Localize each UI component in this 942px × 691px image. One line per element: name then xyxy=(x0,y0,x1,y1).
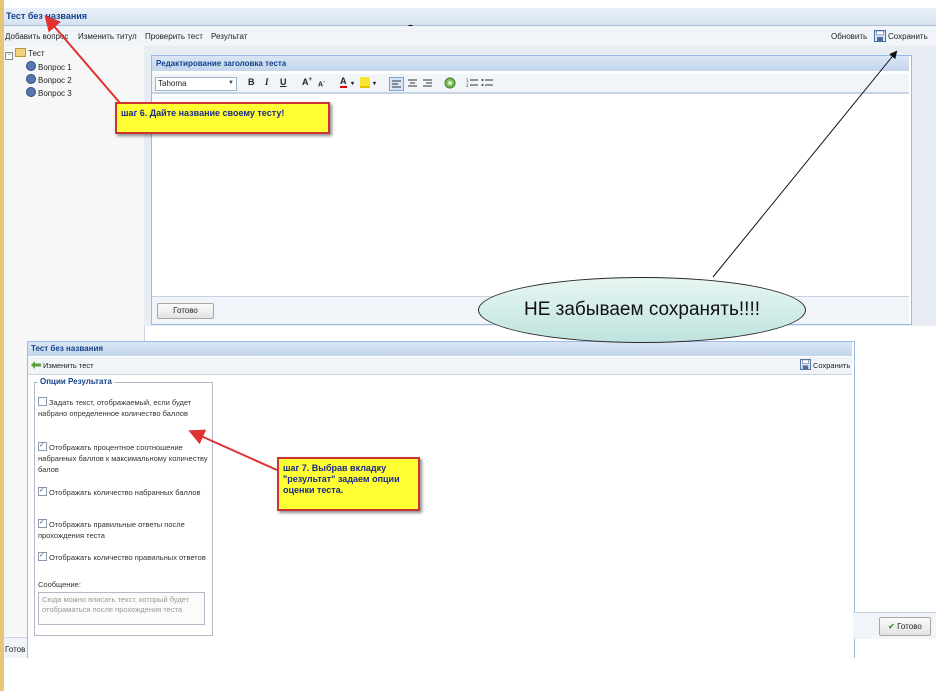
callout-step7: шаг 7. Выбрав вкладку "результат" задаем… xyxy=(277,457,420,511)
save-reminder-oval: НЕ забываем сохранять!!!! xyxy=(478,277,806,343)
arrow-step7 xyxy=(188,429,278,471)
arrow-save xyxy=(712,50,898,278)
arrow-step6 xyxy=(44,14,121,104)
callout-step6-text: шаг 6. Дайте название своему тесту! xyxy=(121,108,285,118)
callout-step7-text: шаг 7. Выбрав вкладку "результат" задаем… xyxy=(283,463,400,495)
callout-step6: шаг 6. Дайте название своему тесту! xyxy=(115,102,330,134)
save-reminder-text: НЕ забываем сохранять!!!! xyxy=(523,299,761,320)
